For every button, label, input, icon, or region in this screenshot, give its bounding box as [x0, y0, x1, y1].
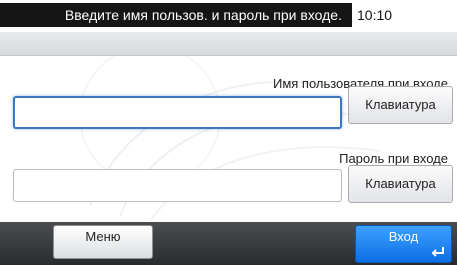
login-form: Имя пользователя при входе Клавиатура Па…: [0, 56, 457, 221]
header-band: [0, 32, 457, 56]
clock: 10:10: [357, 7, 393, 23]
username-keyboard-button[interactable]: Клавиатура: [348, 86, 453, 124]
username-input[interactable]: [13, 96, 342, 129]
login-button[interactable]: Вход: [355, 225, 452, 263]
login-button-label: Вход: [388, 229, 419, 244]
menu-button[interactable]: Меню: [53, 225, 153, 259]
password-input[interactable]: [13, 169, 342, 202]
password-keyboard-button[interactable]: Клавиатура: [348, 165, 453, 203]
instruction-message: Введите имя пользов. и пароль при входе.: [0, 3, 352, 27]
password-label: Пароль при входе: [339, 151, 448, 166]
title-bar: Введите имя пользов. и пароль при входе.…: [0, 0, 457, 30]
menu-button-label: Меню: [85, 229, 121, 244]
bottom-bar: Меню Вход: [0, 222, 457, 265]
enter-icon: [431, 247, 444, 257]
